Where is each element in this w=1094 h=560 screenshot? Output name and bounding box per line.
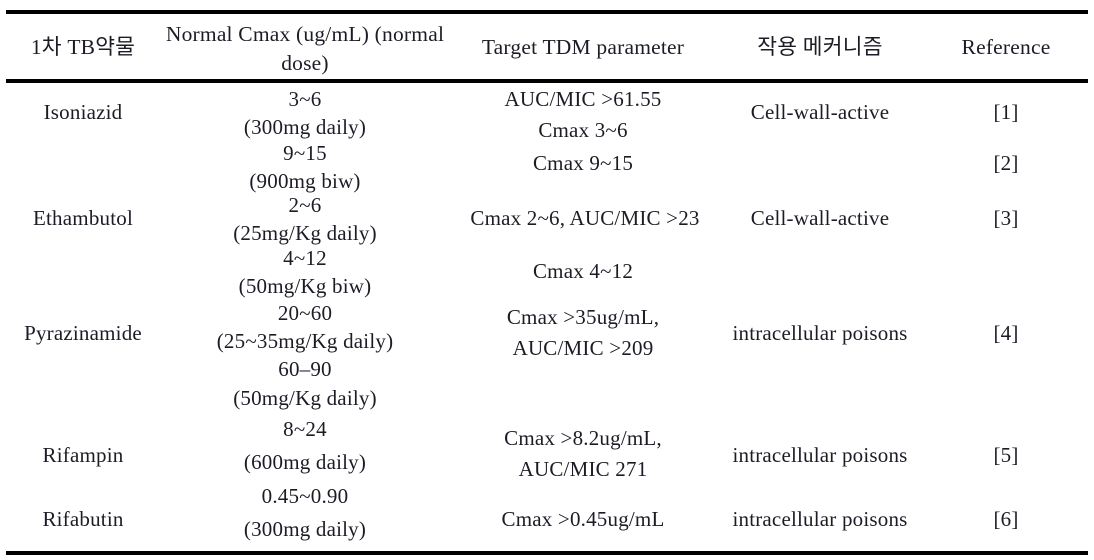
- table-header-rule: [6, 79, 1088, 83]
- column-header-tdm: Target TDM parameter: [481, 35, 685, 59]
- table-cell-reference: [5]: [993, 443, 1019, 467]
- table-cell-cmax: (600mg daily): [243, 450, 367, 474]
- table-cell-reference: [2]: [993, 151, 1019, 175]
- table-cell-mechanism: intracellular poisons: [732, 321, 908, 345]
- table-cell-mechanism: intracellular poisons: [732, 443, 908, 467]
- table-cell-reference: [1]: [993, 100, 1019, 124]
- table-cell-reference: [4]: [993, 321, 1019, 345]
- table-cell-tdm: AUC/MIC >61.55: [504, 87, 662, 111]
- table-cell-mechanism: Cell-wall-active: [750, 206, 890, 230]
- table-cell-cmax: (25~35mg/Kg daily): [216, 329, 394, 353]
- table-cell-tdm: Cmax 4~12: [532, 259, 634, 283]
- table-cell-tdm: Cmax >35ug/mL,: [506, 305, 660, 329]
- table-cell-cmax: (25mg/Kg daily): [233, 221, 377, 245]
- table-cell-tdm: Cmax 9~15: [532, 151, 634, 175]
- table-cell-cmax: 2~6: [288, 193, 322, 217]
- table-cell-tdm: Cmax >8.2ug/mL,: [504, 426, 662, 450]
- table-cell-cmax: (50mg/Kg biw): [238, 274, 372, 298]
- table-cell-cmax: 8~24: [283, 417, 327, 441]
- table-cell-cmax: (50mg/Kg daily): [233, 386, 377, 410]
- table-bottom-rule: [6, 551, 1088, 555]
- table-cell-tdm: Cmax 3~6: [538, 118, 628, 142]
- table-row-drug-name: Rifampin: [42, 443, 124, 467]
- table-top-rule: [6, 10, 1088, 14]
- table-cell-cmax: 20~60: [277, 301, 333, 325]
- column-header-drug: 1차 TB약물: [30, 35, 136, 59]
- table-row-drug-name: Isoniazid: [43, 100, 123, 124]
- table-row-drug-name: Pyrazinamide: [24, 321, 142, 345]
- table-row-drug-name: Rifabutin: [42, 507, 124, 531]
- column-header-cmax: Normal Cmax (ug/mL) (normal dose): [165, 22, 445, 75]
- table-row-drug-name: Ethambutol: [33, 206, 133, 230]
- table-cell-tdm: AUC/MIC >209: [512, 336, 654, 360]
- table-cell-reference: [3]: [993, 206, 1019, 230]
- table-figure: 1차 TB약물 Normal Cmax (ug/mL) (normal dose…: [0, 0, 1094, 560]
- table-cell-cmax: (300mg daily): [243, 115, 367, 139]
- table-cell-cmax: 9~15: [283, 141, 327, 165]
- table-cell-cmax: (900mg biw): [249, 169, 361, 193]
- table-cell-cmax: 4~12: [283, 246, 327, 270]
- table-cell-tdm: Cmax >0.45ug/mL: [501, 507, 665, 531]
- table-cell-tdm: AUC/MIC 271: [518, 457, 648, 481]
- table-cell-tdm: Cmax 2~6, AUC/MIC >23: [470, 206, 700, 230]
- table-cell-cmax: 0.45~0.90: [261, 484, 349, 508]
- table-cell-reference: [6]: [993, 507, 1019, 531]
- column-header-mechanism: 작용 메커니즘: [757, 35, 883, 59]
- column-header-reference: Reference: [961, 35, 1051, 59]
- table-cell-cmax: 60–90: [278, 357, 332, 381]
- table-cell-mechanism: Cell-wall-active: [750, 100, 890, 124]
- table-cell-mechanism: intracellular poisons: [732, 507, 908, 531]
- table-cell-cmax: (300mg daily): [243, 517, 367, 541]
- table-cell-cmax: 3~6: [288, 87, 322, 111]
